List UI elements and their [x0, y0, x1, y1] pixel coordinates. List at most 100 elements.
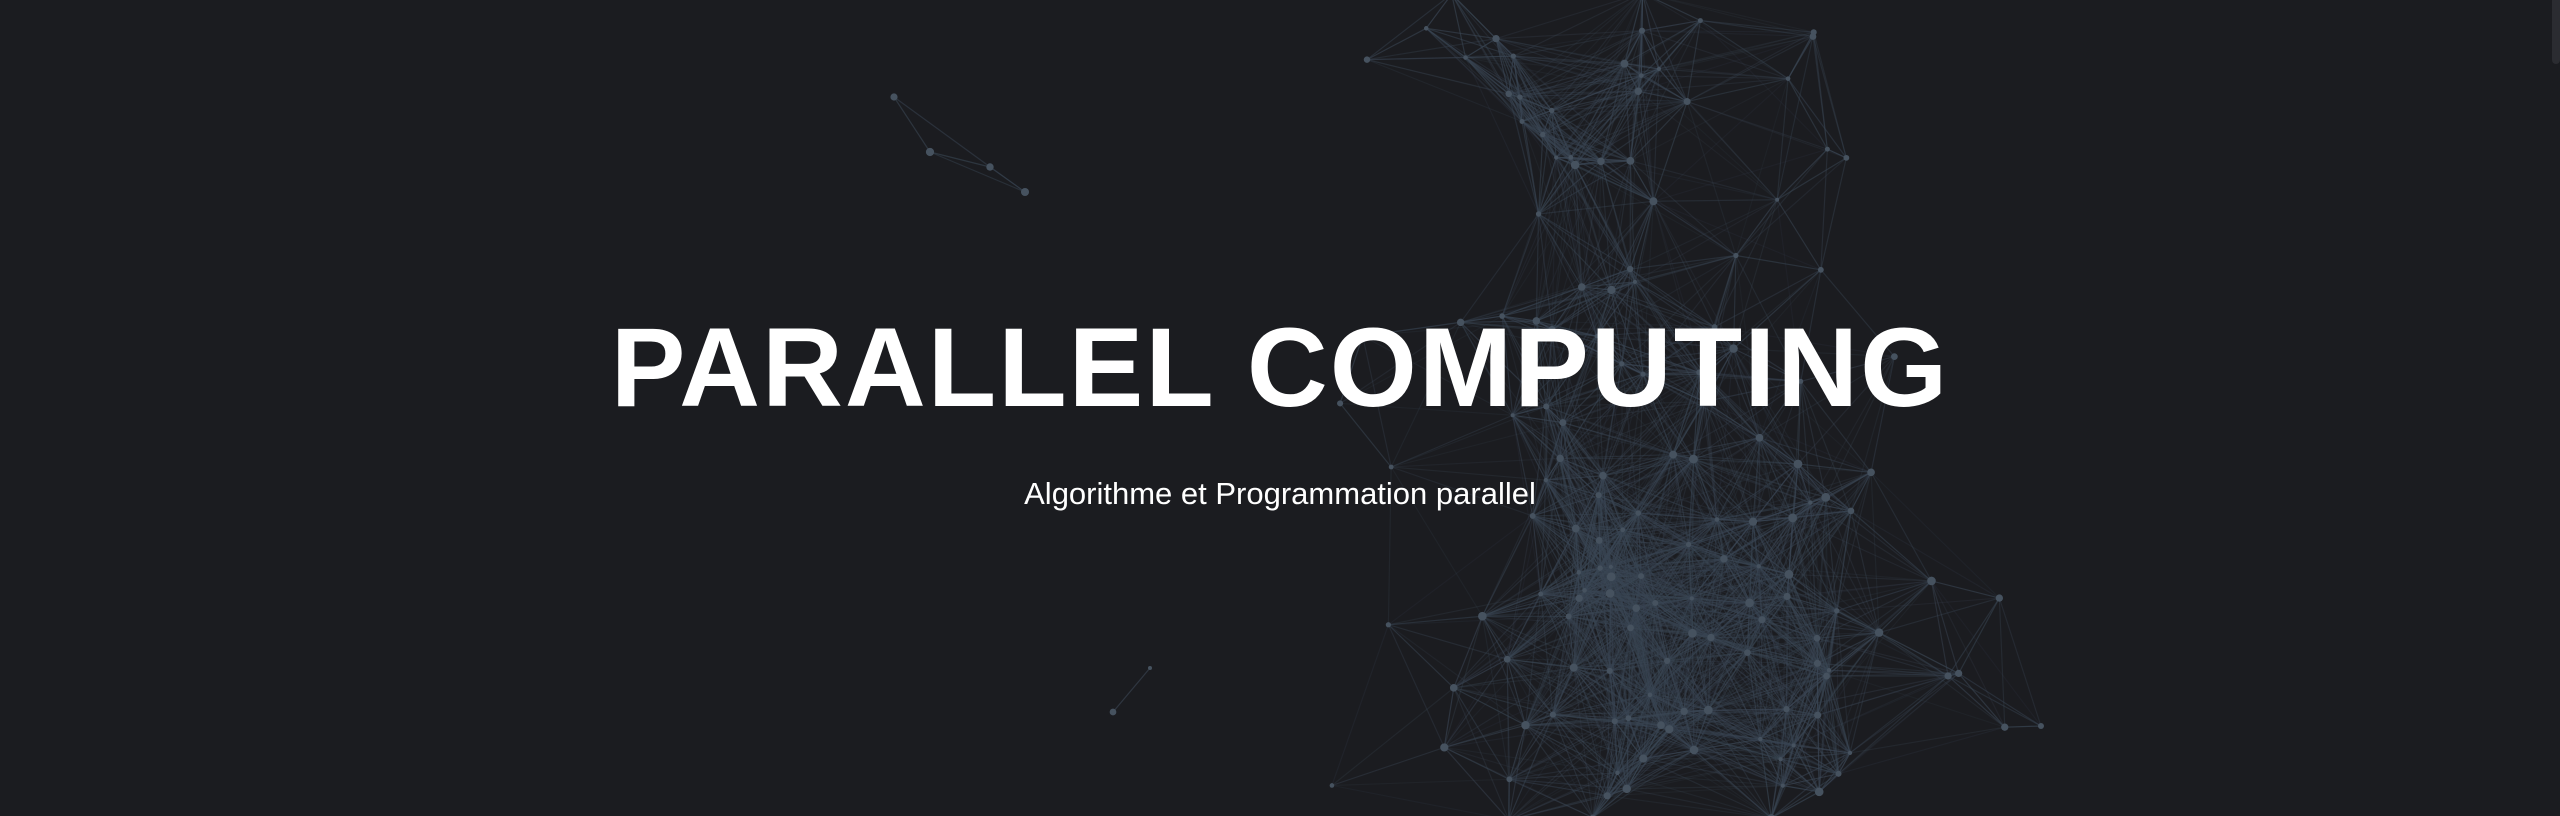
network-node	[1683, 98, 1691, 106]
network-line	[1998, 598, 2006, 728]
network-node	[1622, 784, 1632, 794]
network-node	[2037, 722, 2044, 730]
network-node	[1817, 266, 1824, 273]
network-node	[925, 147, 935, 157]
network-node	[1688, 628, 1697, 638]
network-node	[1814, 787, 1824, 797]
network-node	[1638, 573, 1645, 580]
network-node	[1703, 705, 1713, 715]
network-node	[1689, 745, 1699, 755]
network-node	[1627, 265, 1634, 273]
network-node	[1505, 90, 1512, 98]
network-node	[1788, 513, 1798, 523]
network-node	[1632, 604, 1641, 612]
network-node	[1576, 570, 1582, 575]
network-node	[1519, 118, 1525, 125]
network-node	[1823, 672, 1830, 680]
network-line	[1735, 254, 1821, 271]
network-node	[1478, 611, 1487, 621]
network-node	[1758, 616, 1766, 624]
network-line	[1817, 672, 1959, 716]
network-node	[1810, 29, 1817, 36]
scrollbar-thumb[interactable]	[2552, 0, 2560, 64]
network-line	[1331, 746, 1445, 787]
hero-section: PARALLEL COMPUTING Algorithme et Program…	[0, 0, 2560, 816]
network-node	[1385, 622, 1391, 628]
network-line	[1776, 199, 1822, 271]
network-node	[1625, 715, 1632, 722]
network-node	[1813, 634, 1821, 642]
network-node	[1503, 655, 1511, 663]
network-node	[1549, 107, 1555, 114]
network-line	[1931, 580, 2000, 599]
network-node	[1649, 197, 1658, 206]
network-line	[1813, 32, 1828, 150]
network-node	[1784, 569, 1794, 579]
network-node	[1638, 27, 1646, 34]
network-line	[1653, 200, 1822, 271]
network-node	[1540, 131, 1546, 138]
network-node	[1680, 707, 1688, 716]
network-node	[1627, 624, 1634, 632]
network-node	[1657, 721, 1665, 730]
network-node	[1423, 26, 1429, 31]
network-node	[1714, 517, 1720, 522]
hero-title: PARALLEL COMPUTING	[610, 305, 1950, 430]
network-line	[1331, 624, 1389, 786]
network-node	[1020, 187, 1030, 197]
network-line	[1495, 0, 1623, 40]
network-node	[1756, 564, 1761, 569]
network-line	[1820, 149, 1828, 270]
network-node	[1824, 146, 1830, 152]
network-node	[1791, 743, 1796, 748]
network-node	[1607, 285, 1616, 295]
network-line	[1931, 580, 2042, 727]
network-node	[2001, 723, 2009, 731]
network-node	[1652, 599, 1659, 606]
hero-subtitle: Algorithme et Programmation parallel	[1024, 476, 1536, 511]
network-line	[1331, 778, 1510, 787]
network-node	[1814, 711, 1822, 719]
network-node	[1492, 34, 1500, 43]
network-node	[1664, 657, 1671, 664]
network-node	[1944, 672, 1952, 680]
network-node	[1697, 18, 1703, 24]
network-node	[1665, 725, 1674, 734]
network-node	[1638, 73, 1644, 78]
network-node	[1606, 667, 1613, 674]
network-node	[1538, 591, 1544, 597]
network-node	[1568, 155, 1574, 160]
network-node	[1571, 524, 1580, 533]
network-node	[1689, 454, 1698, 464]
network-node	[1388, 464, 1394, 470]
network-node	[1720, 555, 1728, 563]
network-line	[1653, 199, 1778, 202]
network-node	[1778, 757, 1783, 762]
network-node	[1575, 594, 1583, 602]
network-node	[1634, 87, 1643, 95]
network-node	[1329, 783, 1335, 788]
network-line	[1787, 78, 1828, 150]
network-node	[1506, 776, 1513, 783]
network-node	[1597, 565, 1603, 571]
network-line	[893, 96, 931, 153]
network-node	[1843, 154, 1850, 161]
network-node	[1685, 541, 1692, 548]
network-node	[1449, 684, 1458, 692]
network-node	[1603, 792, 1611, 800]
network-node	[1835, 770, 1842, 777]
network-node	[1549, 711, 1557, 718]
network-node	[1647, 692, 1653, 698]
network-line	[2004, 725, 2041, 728]
network-node	[1745, 598, 1754, 608]
network-node	[1535, 211, 1542, 217]
network-node	[1620, 527, 1626, 533]
network-node	[1707, 633, 1715, 642]
network-node	[1517, 94, 1523, 100]
network-node	[1632, 279, 1637, 284]
network-node	[1780, 783, 1785, 788]
network-line	[1813, 32, 1847, 159]
network-node	[1611, 718, 1618, 725]
network-node	[1606, 572, 1616, 582]
network-node	[1793, 459, 1803, 469]
